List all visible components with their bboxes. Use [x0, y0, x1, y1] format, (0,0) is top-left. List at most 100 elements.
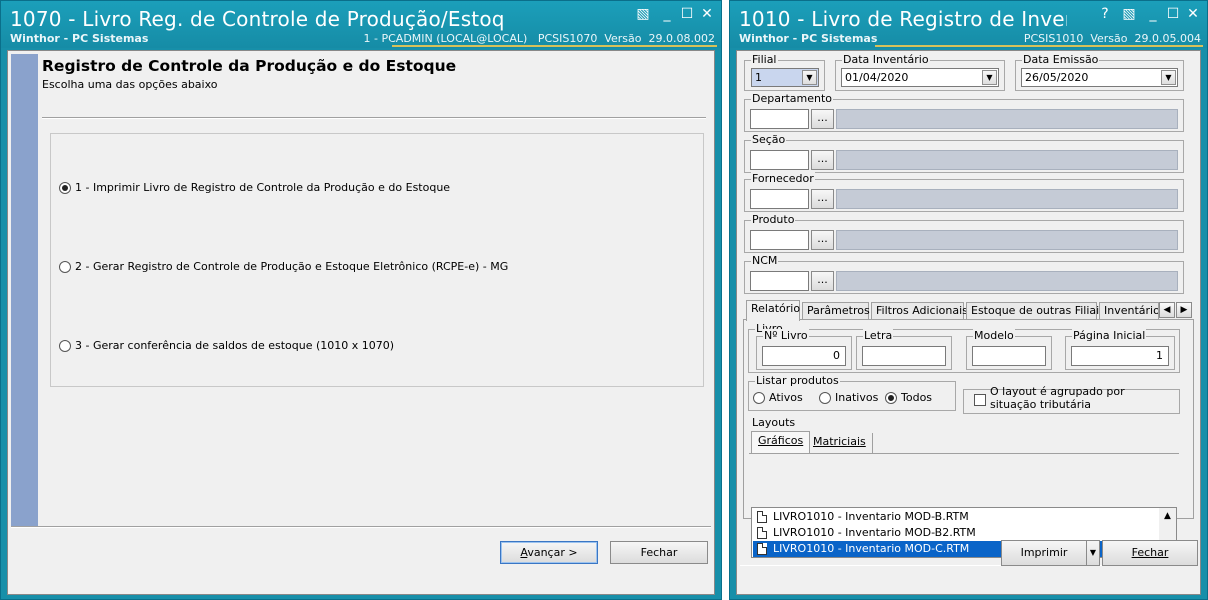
- pagina-inicial-input[interactable]: 1: [1071, 346, 1169, 366]
- tab-scroll-right-icon[interactable]: ▶: [1176, 302, 1192, 318]
- chevron-down-icon[interactable]: ▼: [802, 70, 817, 85]
- radio-icon[interactable]: [819, 391, 831, 404]
- produto-search-button[interactable]: ...: [811, 230, 834, 250]
- footer-divider: [11, 526, 711, 528]
- version-info: 1 - PCADMIN (LOCAL@LOCAL) PCSIS1070 Vers…: [364, 32, 715, 45]
- close-button[interactable]: Fechar: [610, 541, 708, 564]
- radio-icon[interactable]: [59, 260, 71, 273]
- filial-select[interactable]: 1 ▼: [751, 68, 819, 87]
- letra-label: Letra: [863, 329, 894, 342]
- version-info: PCSIS1010 Versão 29.0.05.004: [1024, 32, 1201, 45]
- option-3[interactable]: 3 - Gerar conferência de saldos de estoq…: [59, 339, 394, 352]
- chevron-down-icon[interactable]: ▼: [982, 70, 997, 85]
- departamento-description: [836, 109, 1178, 129]
- version-label: Versão: [1090, 32, 1128, 45]
- routine-code: PCSIS1010: [1023, 32, 1084, 45]
- minimize-icon[interactable]: _: [659, 6, 675, 22]
- secao-search-button[interactable]: ...: [811, 150, 834, 170]
- title-bar[interactable]: 1010 - Livro de Registro de Inventá ? ▧ …: [730, 1, 1207, 48]
- listar-inativos-option[interactable]: Inativos: [819, 391, 878, 404]
- option-1[interactable]: 1 - Imprimir Livro de Registro de Contro…: [59, 181, 450, 194]
- subtab-matriciais[interactable]: Matriciais: [807, 433, 873, 453]
- listar-todos-option[interactable]: Todos: [885, 391, 932, 404]
- close-button[interactable]: Fechar: [1102, 540, 1198, 566]
- options-box: 1 - Imprimir Livro de Registro de Contro…: [50, 133, 704, 387]
- window-1070: 1070 - Livro Reg. de Controle de Produçã…: [0, 0, 722, 600]
- fornecedor-description: [836, 189, 1178, 209]
- radio-icon[interactable]: [59, 339, 71, 352]
- fornecedor-code-input[interactable]: [750, 189, 809, 209]
- chevron-down-icon[interactable]: ▼: [1161, 70, 1176, 85]
- version-underline: [875, 45, 1203, 47]
- close-icon[interactable]: ✕: [699, 6, 715, 22]
- print-options-chevron-down-icon[interactable]: ▼: [1086, 540, 1100, 566]
- tab-parametros[interactable]: Parâmetros: [802, 302, 870, 320]
- maximize-icon[interactable]: ☐: [679, 6, 695, 22]
- next-button[interactable]: Avançar >: [500, 541, 598, 564]
- restore-icon[interactable]: ▧: [635, 6, 651, 22]
- n-livro-input[interactable]: 0: [762, 346, 846, 366]
- agrupado-label-line1: O layout é agrupado por: [990, 385, 1125, 398]
- version-underline: [392, 45, 717, 47]
- modelo-group: Modelo: [966, 329, 1052, 370]
- n-livro-group: Nº Livro 0: [756, 329, 852, 370]
- tab-inventario[interactable]: Inventário: [1099, 302, 1159, 320]
- title-bar[interactable]: 1070 - Livro Reg. de Controle de Produçã…: [1, 1, 721, 48]
- print-button[interactable]: Imprimir: [1001, 540, 1087, 566]
- secao-group: Seção ...: [744, 133, 1184, 173]
- departamento-search-button[interactable]: ...: [811, 109, 834, 129]
- list-item[interactable]: LIVRO1010 - Inventario MOD-B.RTM: [753, 509, 1160, 525]
- tab-estoque-outras-filiais[interactable]: Estoque de outras Filiais: [966, 302, 1105, 320]
- option-label: 2 - Gerar Registro de Controle de Produç…: [75, 260, 509, 273]
- list-item-label: LIVRO1010 - Inventario MOD-B2.RTM: [773, 526, 976, 539]
- scroll-up-icon[interactable]: ▲: [1159, 508, 1176, 524]
- tab-filtros-adicionais[interactable]: Filtros Adicionais: [871, 302, 968, 320]
- ncm-search-button[interactable]: ...: [811, 271, 834, 291]
- option-label: 1 - Imprimir Livro de Registro de Contro…: [75, 181, 451, 194]
- option-2[interactable]: 2 - Gerar Registro de Controle de Produç…: [59, 260, 508, 273]
- minimize-icon[interactable]: _: [1145, 6, 1161, 22]
- restore-icon[interactable]: ▧: [1121, 6, 1137, 22]
- radio-selected-icon[interactable]: [59, 181, 71, 194]
- ncm-code-input[interactable]: [750, 271, 809, 291]
- session-info: 1 - PCADMIN (LOCAL@LOCAL): [363, 32, 528, 45]
- window-1010: 1010 - Livro de Registro de Inventá ? ▧ …: [729, 0, 1208, 600]
- close-icon[interactable]: ✕: [1185, 6, 1201, 22]
- tab-scroll-left-icon[interactable]: ◀: [1159, 302, 1175, 318]
- agrupado-checkbox[interactable]: [974, 394, 986, 406]
- help-icon[interactable]: ?: [1097, 6, 1113, 22]
- data-emissao-label: Data Emissão: [1022, 53, 1100, 66]
- departamento-group: Departamento ...: [744, 92, 1184, 132]
- ncm-group: NCM ...: [744, 254, 1184, 294]
- document-icon: [757, 511, 767, 523]
- modelo-input[interactable]: [972, 346, 1046, 366]
- data-emissao-value: 26/05/2020: [1025, 71, 1089, 84]
- letra-input[interactable]: [862, 346, 946, 366]
- secao-description: [836, 150, 1178, 170]
- radio-icon[interactable]: [753, 391, 765, 404]
- option-label: Inativos: [835, 391, 879, 404]
- radio-selected-icon[interactable]: [885, 391, 897, 404]
- company-name: Winthor - PC Sistemas: [10, 32, 149, 45]
- subtab-graficos[interactable]: Gráficos: [751, 431, 811, 453]
- fornecedor-search-button[interactable]: ...: [811, 189, 834, 209]
- produto-description: [836, 230, 1178, 250]
- departamento-code-input[interactable]: [750, 109, 809, 129]
- data-inventario-value: 01/04/2020: [845, 71, 909, 84]
- fornecedor-group: Fornecedor ...: [744, 172, 1184, 212]
- data-emissao-picker[interactable]: 26/05/2020 ▼: [1021, 68, 1178, 87]
- page-subtitle: Escolha uma das opções abaixo: [42, 78, 218, 91]
- secao-label: Seção: [751, 133, 787, 146]
- secao-code-input[interactable]: [750, 150, 809, 170]
- produto-code-input[interactable]: [750, 230, 809, 250]
- letra-group: Letra: [856, 329, 952, 370]
- listar-ativos-option[interactable]: Ativos: [753, 391, 803, 404]
- data-emissao-group: Data Emissão 26/05/2020 ▼: [1015, 53, 1184, 91]
- list-item[interactable]: LIVRO1010 - Inventario MOD-B2.RTM: [753, 525, 1160, 541]
- maximize-icon[interactable]: ☐: [1165, 6, 1181, 22]
- tab-relatorio[interactable]: Relatório: [746, 300, 800, 321]
- print-button-label: Imprimir: [1020, 546, 1068, 559]
- data-inventario-picker[interactable]: 01/04/2020 ▼: [841, 68, 999, 87]
- wizard-side-bar: [11, 54, 38, 526]
- listar-produtos-label: Listar produtos: [755, 374, 840, 387]
